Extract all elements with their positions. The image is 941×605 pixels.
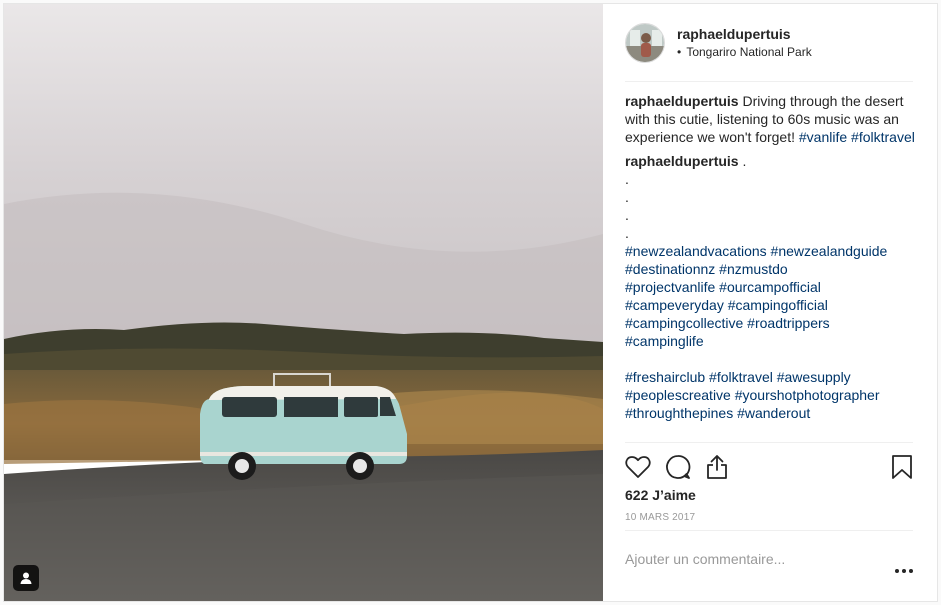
comment-icon [666,454,691,479]
line-spacer [625,350,917,368]
hashtag-link[interactable]: #folktravel [851,129,915,145]
comment-dot: . [625,171,629,187]
save-button[interactable] [873,447,913,487]
more-options-icon[interactable] [895,569,913,573]
avatar[interactable] [625,22,665,63]
hashtag-line[interactable]: #campeveryday #campingofficial [625,296,917,314]
hashtag-line[interactable]: #destinationnz #nzmustdo [625,260,917,278]
comment-input[interactable]: Ajouter un commentaire... [625,551,913,567]
add-comment-bar: Ajouter un commentaire... [625,530,913,590]
post-side-panel: raphaeldupertuis • Tongariro National Pa… [603,4,937,601]
caption: raphaeldupertuis Driving through the des… [625,92,917,146]
avatar-image [626,23,664,62]
hashtag-line[interactable]: #campinglife [625,332,917,350]
post-card: raphaeldupertuis • Tongariro National Pa… [3,3,938,602]
share-button[interactable] [705,447,745,487]
post-date[interactable]: 10 mars 2017 [625,512,695,523]
comment-dot: . [625,207,629,223]
user-tag-icon [20,572,32,584]
hashtag-line[interactable]: #freshairclub #folktravel #awesupply [625,368,917,386]
hashtag-line[interactable]: #projectvanlife #ourcampofficial [625,278,917,296]
first-comment: raphaeldupertuis . . . . . #newzealandva… [625,152,917,422]
hashtag-line[interactable]: #newzealandvacations #newzealandguide [625,242,917,260]
tagged-users-button[interactable] [13,565,39,591]
comments-list[interactable]: raphaeldupertuis Driving through the des… [625,92,917,442]
heart-icon [625,455,651,478]
share-icon [707,454,727,479]
bookmark-icon [892,454,912,479]
post-username[interactable]: raphaeldupertuis [677,25,812,43]
likes-count[interactable]: 622 J’aime [625,487,696,503]
hashtag-line[interactable]: #peoplescreative #yourshotphotographer [625,386,917,404]
comment-author[interactable]: raphaeldupertuis [625,153,739,169]
van-landscape-image [4,4,603,601]
location-link[interactable]: Tongariro National Park [686,45,811,59]
post-header: raphaeldupertuis • Tongariro National Pa… [625,4,913,82]
post-photo[interactable] [4,4,603,601]
like-button[interactable] [625,447,665,487]
post-actions [625,442,913,490]
hashtag-line[interactable]: #throughthepines #wanderout [625,404,917,422]
caption-author[interactable]: raphaeldupertuis [625,93,739,109]
hashtag-link[interactable]: #vanlife [799,129,847,145]
post-location[interactable]: • Tongariro National Park [677,44,812,60]
comment-dot: . [625,225,629,241]
hashtag-line[interactable]: #campingcollective #roadtrippers [625,314,917,332]
comment-button[interactable] [665,447,705,487]
comment-dot: . [625,189,629,205]
comment-dot: . [742,153,747,169]
